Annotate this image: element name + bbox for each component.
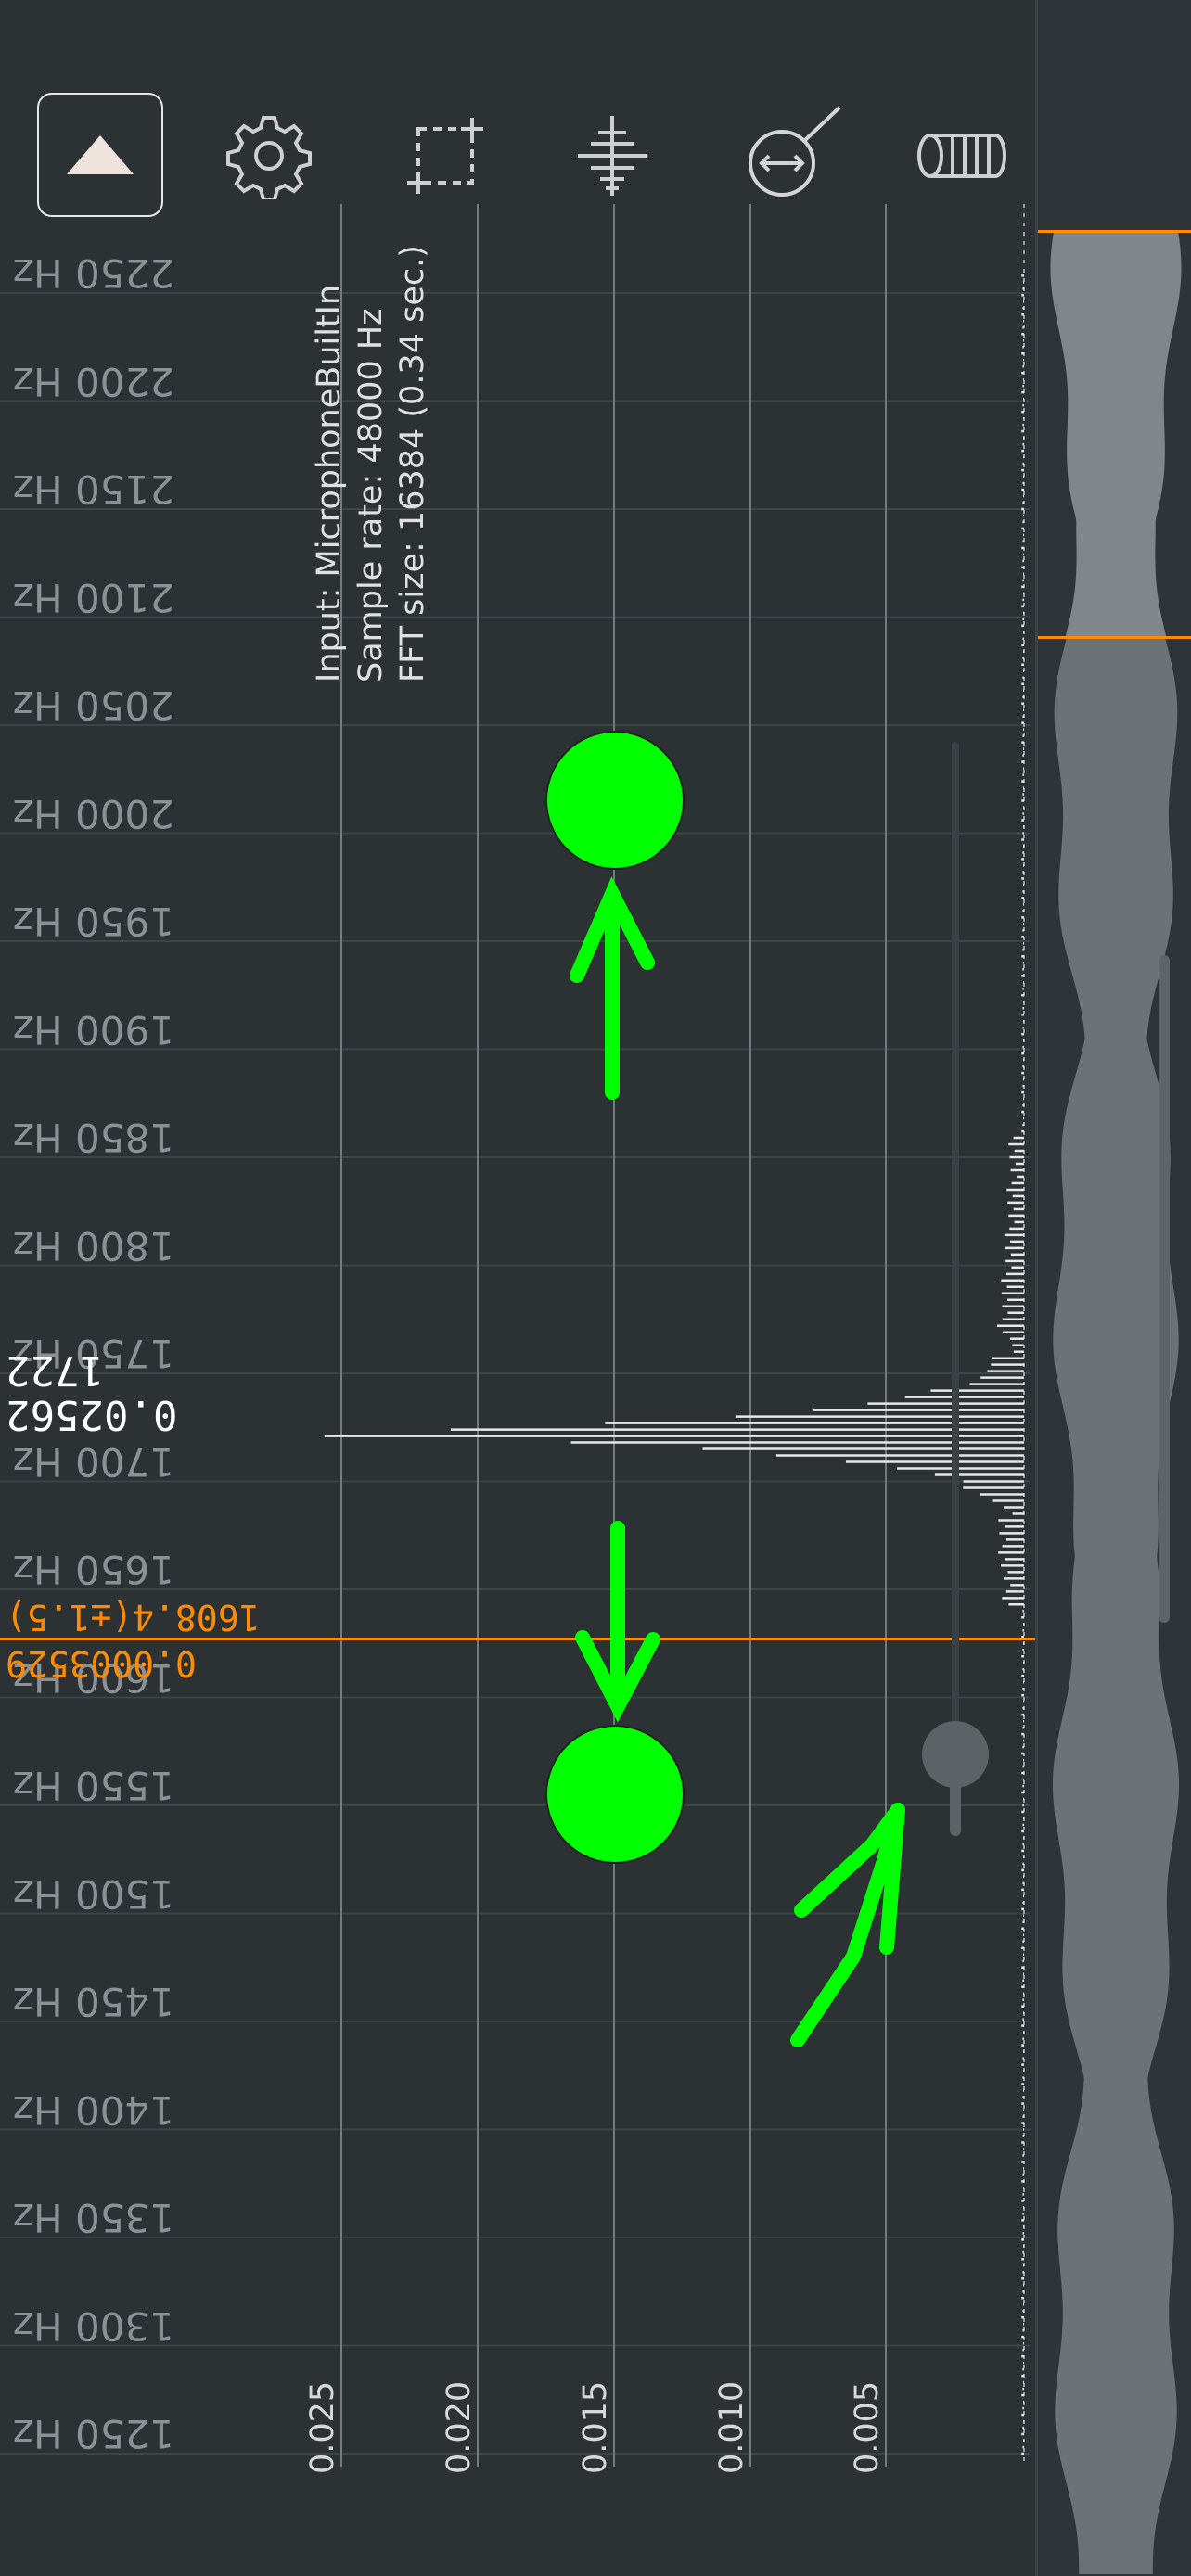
freq-tick-label: 1700 Hz [13,1438,174,1485]
freq-tick-label: 2150 Hz [13,466,174,512]
amp-tick-label: 0.025 [304,2380,341,2474]
amp-tick-label: 0.005 [849,2380,886,2474]
input-device-label: Input: MicrophoneBuiltIn [311,284,348,682]
freq-tick-label: 2100 Hz [13,574,174,620]
gain-slider[interactable] [922,742,989,1855]
waveform-panel[interactable] [1035,0,1191,2576]
slider-track [952,742,959,1836]
freq-tick-label: 1400 Hz [13,2086,174,2133]
cursor-line[interactable] [0,1638,1035,1640]
freq-tick-label: 2050 Hz [13,682,174,728]
freq-tick-label: 1650 Hz [13,1547,174,1592]
freq-tick-label: 1550 Hz [13,1763,174,1808]
cursor-frequency: 1608.4(±1.5) [6,1597,261,1638]
app-root: 2250 Hz 2200 Hz 2150 Hz 2100 Hz 2050 Hz 2000 … [0,0,1191,2576]
waveform-scroll-indicator[interactable] [1159,955,1170,1623]
triangle-up-icon [63,132,137,178]
freq-tick-label: 1850 Hz [13,1115,174,1160]
sample-rate-label: Sample rate: 48000 Hz [352,308,390,682]
amp-tick-label: 0.010 [713,2380,750,2474]
amp-tick-label: 0.015 [577,2380,614,2474]
freq-tick-label: 1450 Hz [13,1979,174,2024]
waveform-selected-shape [1050,232,1182,638]
freq-tick-label: 2200 Hz [13,358,174,404]
freq-tick-label: 1500 Hz [13,1870,174,1917]
freq-tick-label: 1250 Hz [13,2411,174,2456]
freq-tick-label: 2250 Hz [13,250,174,296]
freq-tick-label: 1350 Hz [13,2195,174,2240]
freq-tick-label: 1900 Hz [13,1006,174,1052]
freq-tick-label: 1300 Hz [13,2302,174,2349]
toolbar [0,0,1191,217]
freq-tick-label: 2000 Hz [13,790,174,836]
amp-tick-label: 0.020 [441,2380,478,2474]
peak-amplitude: 0.02562 [6,1391,178,1438]
freq-tick-label: 1950 Hz [13,899,174,944]
selection-start-line[interactable] [1038,230,1191,233]
slider-thumb[interactable] [922,1721,989,1788]
cursor-amplitude: 0.0003529 [6,1643,197,1684]
freq-tick-label: 1800 Hz [13,1222,174,1269]
eraser-icon [914,123,1006,188]
fft-size-label: FFT size: 16384 (0.34 sec.) [394,245,431,682]
peak-frequency: 1722 [6,1346,104,1394]
selection-end-line[interactable] [1038,636,1191,639]
